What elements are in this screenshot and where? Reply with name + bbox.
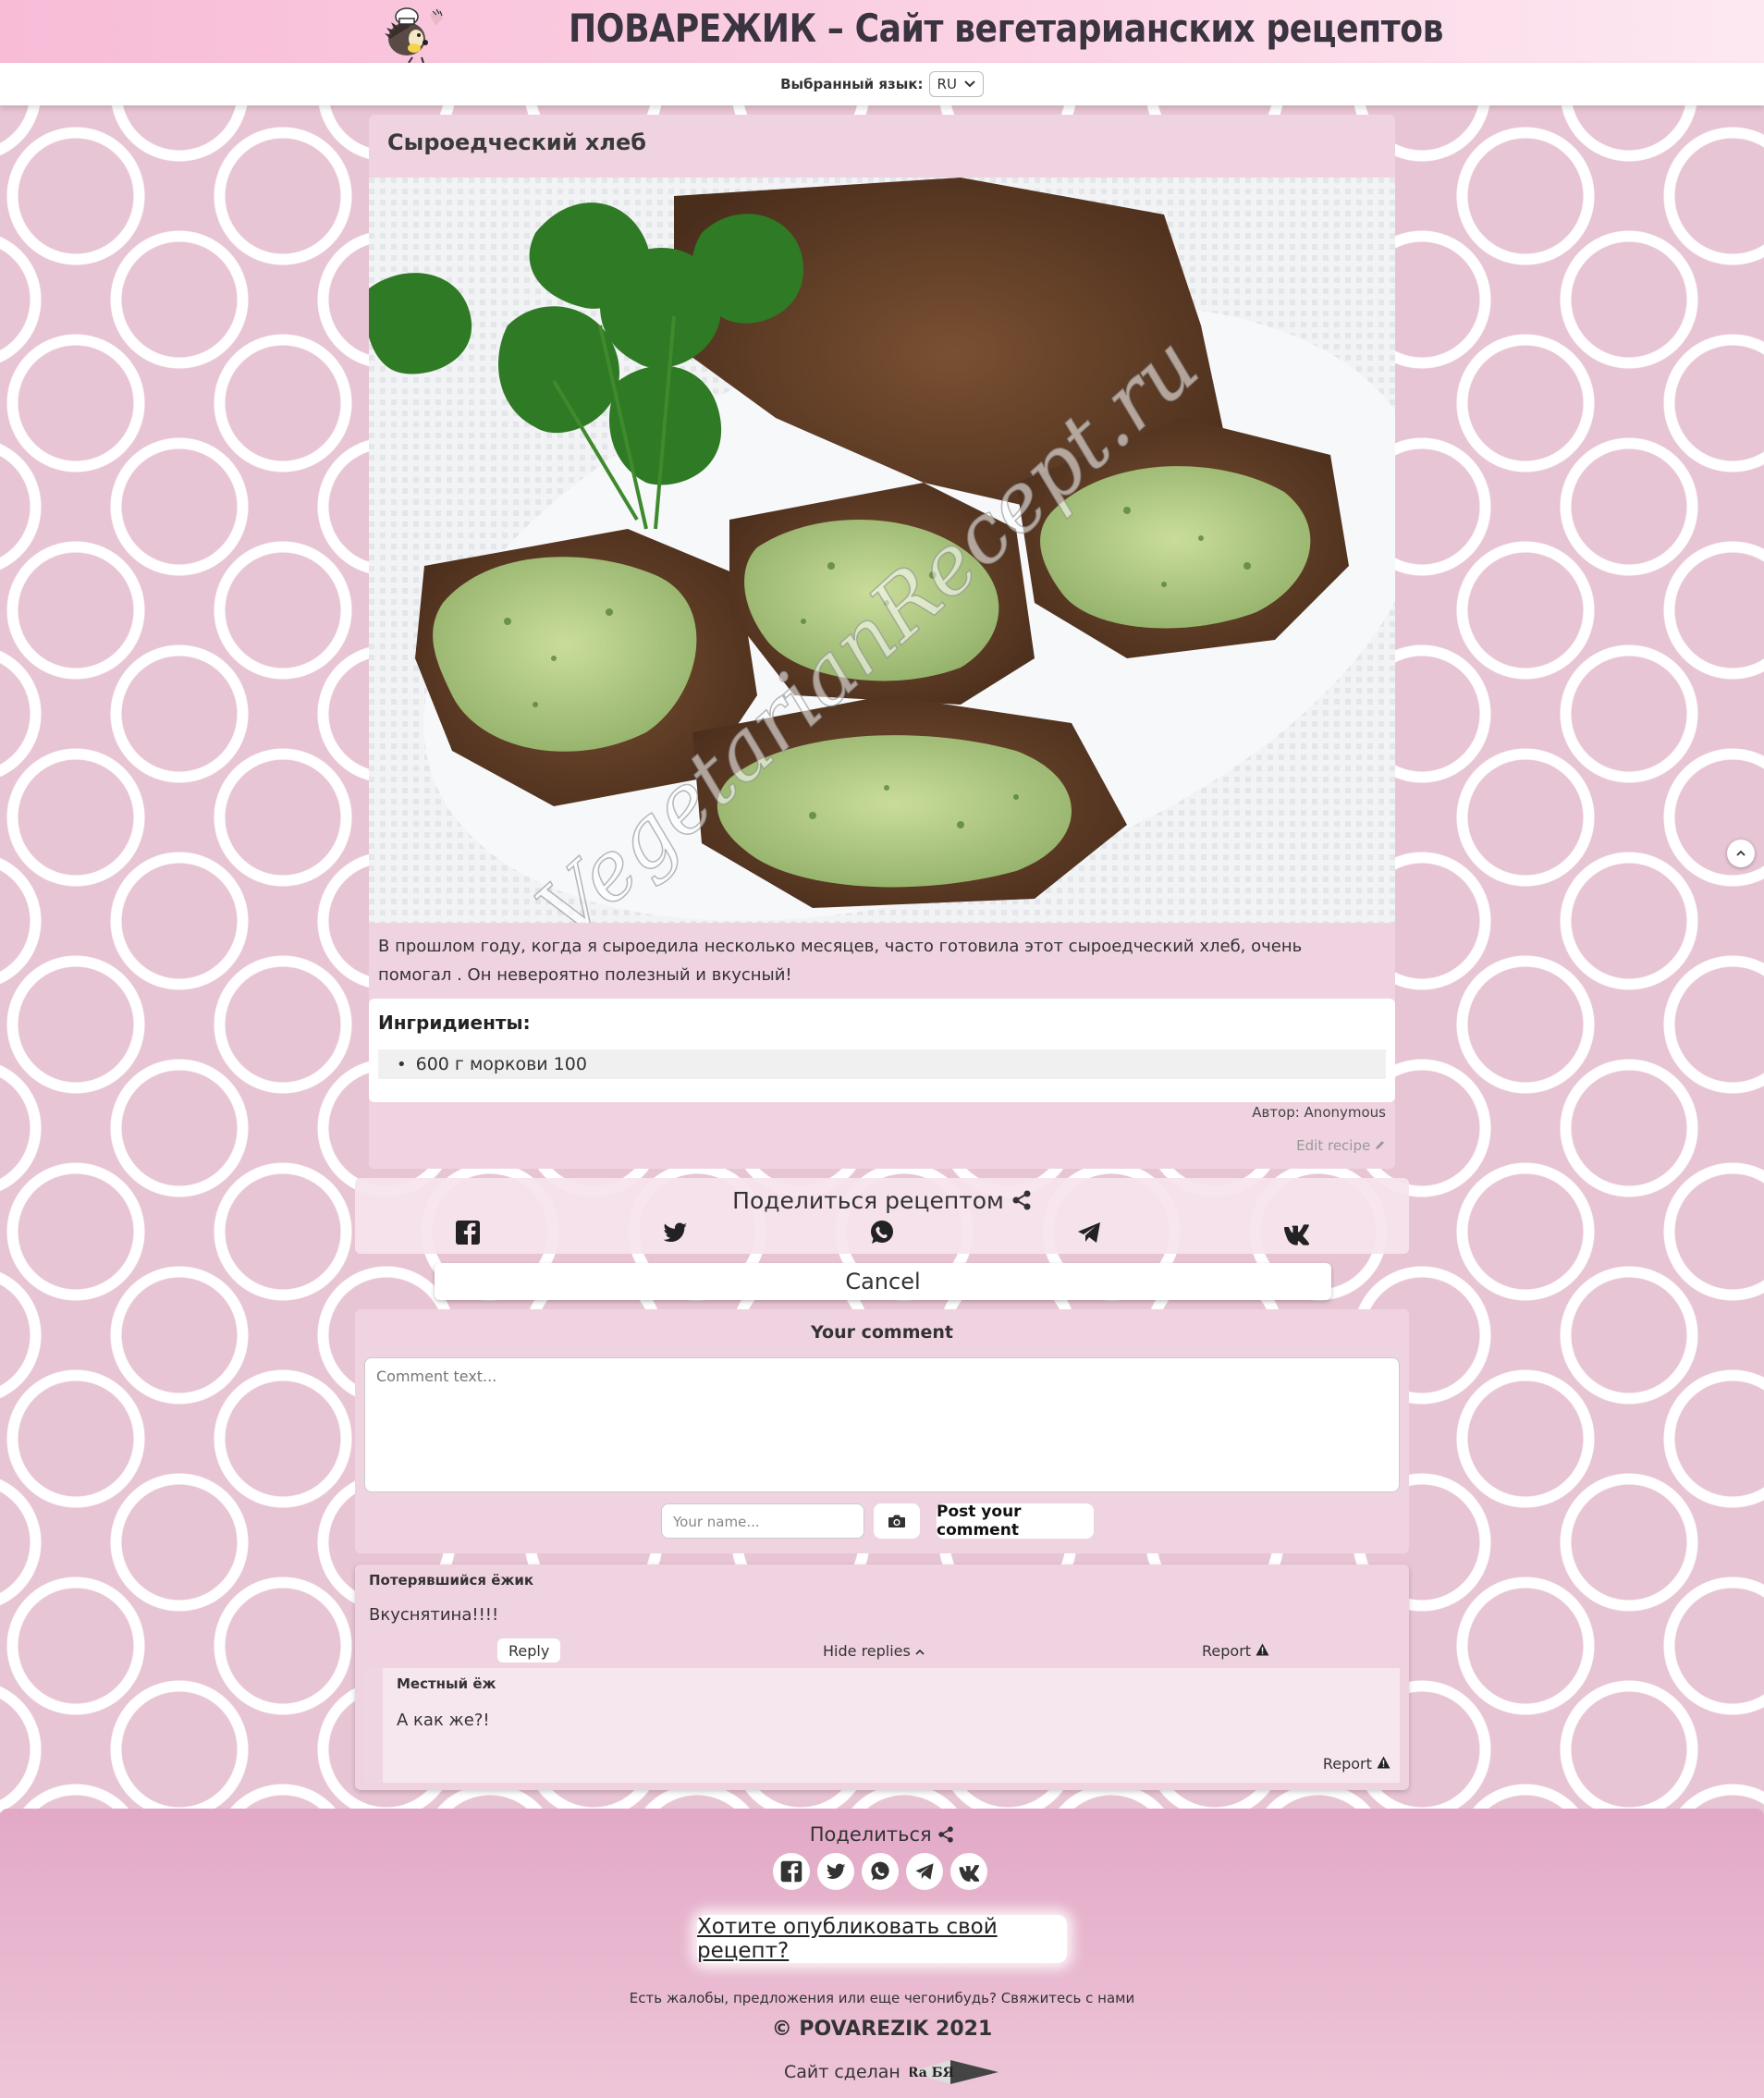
cancel-button[interactable]: Cancel [435,1263,1331,1300]
site-header: ПОВАРЕЖИК – Сайт вегетарианских рецептов [0,0,1764,63]
ingredients-box: Ингридиенты: 600 г моркови 100 [369,999,1395,1102]
comment-form-heading: Your comment [811,1322,953,1343]
comment-text: Вкуснятина!!!! [369,1605,499,1625]
name-input[interactable]: Your name... [661,1503,864,1539]
comment-form: Your comment Comment text... Your name..… [355,1309,1409,1553]
post-comment-button[interactable]: Post your comment [937,1503,1094,1540]
comment-author: Потерявшийся ёжик [369,1572,534,1589]
warning-icon [1256,1643,1269,1656]
twitter-icon [827,1863,846,1879]
share-recipe-title: Поделиться рецептом [355,1187,1409,1214]
recipe-photo[interactable]: VegetarianRecept.ru [369,178,1395,923]
telegram-icon[interactable] [1075,1219,1103,1246]
whatsapp-icon [871,1861,889,1881]
language-bar: Выбранный язык: RU [0,63,1764,105]
chevron-up-icon [1736,850,1746,856]
raya-logo-text: Ra БЯ [910,2066,954,2080]
telegram-icon [915,1863,934,1880]
warning-icon [1377,1756,1390,1769]
recipe-author: Автор: Anonymous [1252,1104,1386,1121]
footer-facebook-button[interactable] [773,1853,810,1890]
raya-logo[interactable]: Ra БЯ [909,2058,998,2086]
reply-report-button[interactable]: Report [1323,1755,1390,1773]
share-icon [1012,1190,1031,1210]
language-value: RU [937,76,957,92]
reply-item: Местный ёж А как же?! Report [364,1668,1400,1783]
copyright: © POVAREZIK 2021 [771,2018,993,2041]
edit-recipe-link[interactable]: Edit recipe [1296,1137,1386,1154]
report-button[interactable]: Report [1202,1642,1269,1660]
recipe-title: Сыроедческий хлеб [387,129,646,155]
report-label: Report [1202,1642,1252,1660]
attach-photo-button[interactable] [874,1503,920,1539]
hedgehog-chef-logo[interactable] [379,2,453,63]
chevron-up-icon [915,1649,925,1655]
chevron-down-icon [964,80,975,88]
footer-whatsapp-button[interactable] [862,1853,899,1890]
recipe-card: Сыроедческий хлеб VegetarianRecept.ru В … [369,115,1395,1169]
made-by: Сайт сделан Ra БЯ [784,2058,998,2086]
vk-icon[interactable] [1282,1219,1310,1246]
site-footer: Поделиться Хотите опубликовать свой реце… [0,1809,1764,2098]
ingredient-item: 600 г моркови 100 [378,1049,1386,1079]
twitter-icon[interactable] [661,1219,689,1246]
reply-button[interactable]: Reply [497,1638,561,1662]
footer-share-title: Поделиться [0,1823,1764,1846]
share-icons-row [355,1219,1409,1246]
vk-icon [959,1865,980,1882]
recipe-description: В прошлом году, когда я сыроедила нескол… [378,937,1303,985]
share-recipe-label: Поделиться рецептом [732,1187,1004,1214]
made-by-label: Сайт сделан [784,2062,900,2082]
facebook-icon[interactable] [454,1219,482,1246]
footer-share-label: Поделиться [809,1823,932,1846]
hide-replies-button[interactable]: Hide replies [823,1642,925,1660]
comments-section: Потерявшийся ёжик Вкуснятина!!!! Reply H… [355,1564,1409,1790]
language-label: Выбранный язык: [780,76,924,92]
ingredients-heading: Ингридиенты: [378,1012,531,1034]
share-recipe-box: Поделиться рецептом [355,1178,1409,1254]
footer-share-icons [773,1853,987,1890]
recipe-photo-image: VegetarianRecept.ru [369,178,1395,923]
footer-vk-button[interactable] [950,1853,987,1890]
comment-textarea[interactable]: Comment text... [364,1357,1400,1492]
site-title[interactable]: ПОВАРЕЖИК – Сайт вегетарианских рецептов [569,6,1443,51]
facebook-icon [780,1860,802,1883]
reply-author: Местный ёж [397,1675,496,1692]
hide-replies-label: Hide replies [823,1642,911,1660]
footer-telegram-button[interactable] [906,1853,943,1890]
language-select[interactable]: RU [928,71,984,97]
publish-recipe-button[interactable]: Хотите опубликовать свой рецепт? [697,1915,1067,1963]
reply-text: А как же?! [397,1711,490,1730]
scroll-to-top-button[interactable] [1727,840,1755,867]
share-icon [938,1826,954,1843]
edit-recipe-label: Edit recipe [1296,1137,1371,1154]
camera-icon [888,1515,905,1527]
whatsapp-icon[interactable] [868,1219,896,1246]
reply-report-label: Report [1322,1755,1372,1773]
pencil-icon [1376,1141,1384,1149]
contact-link[interactable]: Есть жалобы, предложения или еще чегониб… [0,1990,1764,2006]
footer-twitter-button[interactable] [817,1853,854,1890]
